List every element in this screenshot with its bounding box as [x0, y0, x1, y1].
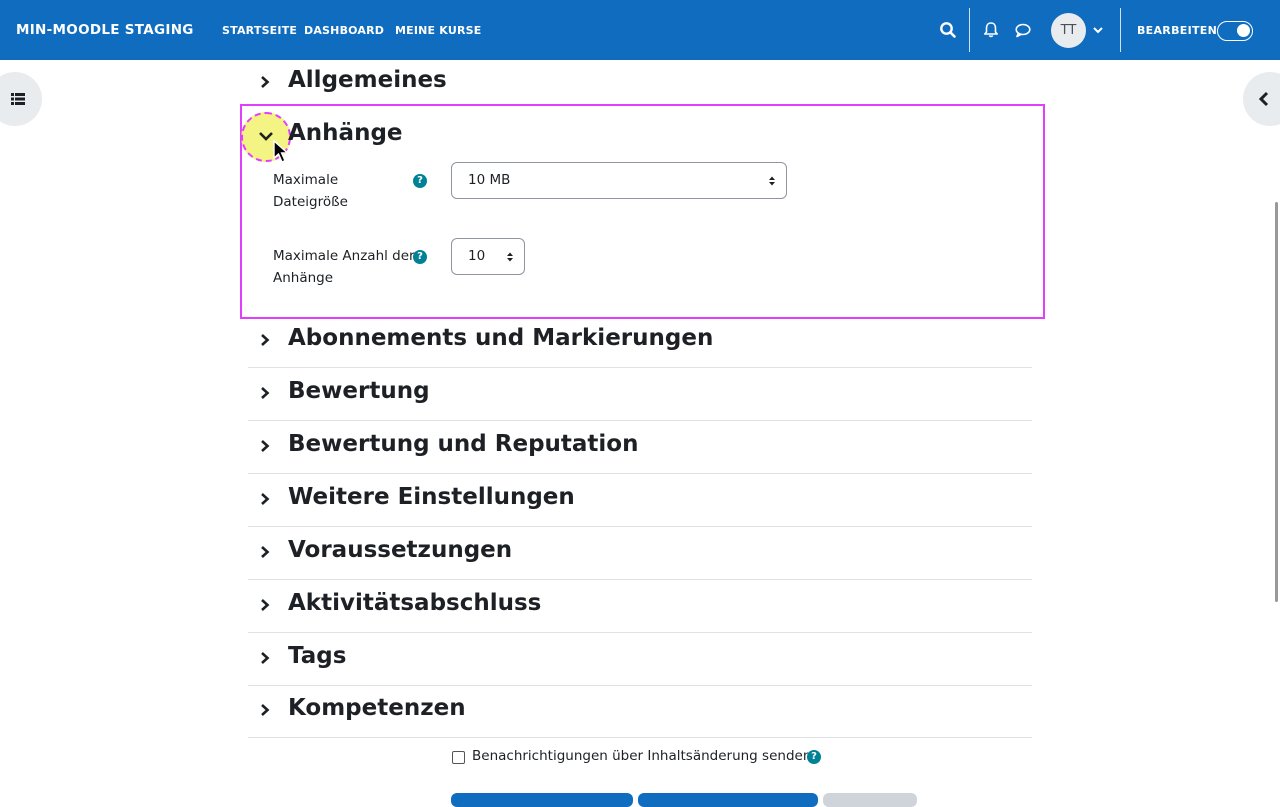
nav-meine-kurse[interactable]: MEINE KURSE	[395, 24, 481, 37]
notify-label[interactable]: Benachrichtigungen über Inhaltsänderung …	[472, 748, 811, 764]
block-drawer-button[interactable]	[1243, 72, 1280, 126]
section-title[interactable]: Bewertung und Reputation	[288, 431, 638, 457]
chevron-right-icon	[261, 387, 270, 399]
section-allgemeines[interactable]: Allgemeines	[248, 57, 1032, 110]
section-title[interactable]: Aktivitätsabschluss	[288, 590, 541, 616]
chevron-right-icon	[261, 546, 270, 558]
page-scrollbar[interactable]	[1275, 202, 1278, 602]
section-title[interactable]: Abonnements und Markierungen	[288, 325, 713, 351]
chat-icon[interactable]	[1013, 20, 1033, 40]
max-size-select[interactable]: 10 MB	[451, 162, 787, 199]
nav-dashboard[interactable]: DASHBOARD	[304, 24, 384, 37]
nav-startseite[interactable]: STARTSEITE	[222, 24, 297, 37]
chevron-right-icon	[261, 334, 270, 346]
chevron-right-icon	[261, 440, 270, 452]
section-tags[interactable]: Tags	[248, 633, 1032, 686]
site-brand[interactable]: MIN-MOODLE STAGING	[16, 22, 194, 38]
max-count-label: Maximale Anzahl der Anhänge	[273, 248, 415, 286]
section-title[interactable]: Weitere Einstellungen	[288, 484, 575, 510]
section-title[interactable]: Kompetenzen	[288, 695, 466, 721]
save-return-button[interactable]	[451, 793, 633, 807]
help-icon[interactable]: ?	[413, 250, 427, 264]
section-voraussetzungen[interactable]: Voraussetzungen	[248, 527, 1032, 580]
section-bewertung-reputation[interactable]: Bewertung und Reputation	[248, 421, 1032, 474]
section-title-anhaenge[interactable]: Anhänge	[288, 120, 403, 146]
chevron-right-icon	[261, 599, 270, 611]
section-title[interactable]: Tags	[288, 643, 346, 669]
bell-icon[interactable]	[981, 20, 1001, 40]
notify-checkbox[interactable]	[452, 751, 465, 764]
chevron-right-icon	[261, 493, 270, 505]
max-size-label: Maximale Dateigröße	[273, 172, 348, 210]
select-arrows-icon	[769, 176, 775, 185]
chevron-right-icon	[261, 76, 270, 88]
toggle-knob	[1237, 24, 1250, 37]
user-avatar[interactable]: TT	[1051, 13, 1086, 48]
section-kompetenzen[interactable]: Kompetenzen	[248, 685, 1032, 738]
search-icon[interactable]	[938, 20, 958, 40]
edit-mode-label: BEARBEITEN	[1137, 24, 1218, 37]
section-title[interactable]: Voraussetzungen	[288, 537, 512, 563]
section-title[interactable]: Allgemeines	[288, 67, 447, 93]
cancel-button[interactable]	[823, 793, 917, 807]
section-title[interactable]: Bewertung	[288, 378, 430, 404]
chevron-right-icon	[261, 704, 270, 716]
chevron-down-icon[interactable]	[258, 130, 274, 144]
section-abonnements[interactable]: Abonnements und Markierungen	[248, 315, 1032, 368]
navbar-divider	[969, 8, 970, 52]
chevron-left-icon	[1258, 91, 1269, 107]
select-arrows-icon	[507, 252, 513, 261]
list-icon	[11, 93, 25, 105]
section-weitere-einstellungen[interactable]: Weitere Einstellungen	[248, 474, 1032, 527]
help-icon[interactable]: ?	[413, 174, 427, 188]
section-bewertung[interactable]: Bewertung	[248, 368, 1032, 421]
user-menu-chevron-down-icon[interactable]	[1091, 22, 1105, 38]
course-index-drawer-button[interactable]	[0, 72, 42, 126]
max-count-select[interactable]: 10	[451, 238, 525, 275]
max-count-value: 10	[468, 248, 486, 264]
top-navbar: MIN-MOODLE STAGING STARTSEITE DASHBOARD …	[0, 0, 1280, 60]
navbar-divider	[1120, 8, 1121, 52]
save-display-button[interactable]	[638, 793, 818, 807]
max-size-value: 10 MB	[468, 172, 511, 188]
edit-mode-toggle[interactable]	[1217, 21, 1253, 41]
section-aktivitaetsabschluss[interactable]: Aktivitätsabschluss	[248, 580, 1032, 633]
help-icon[interactable]: ?	[807, 750, 821, 764]
chevron-right-icon	[261, 652, 270, 664]
